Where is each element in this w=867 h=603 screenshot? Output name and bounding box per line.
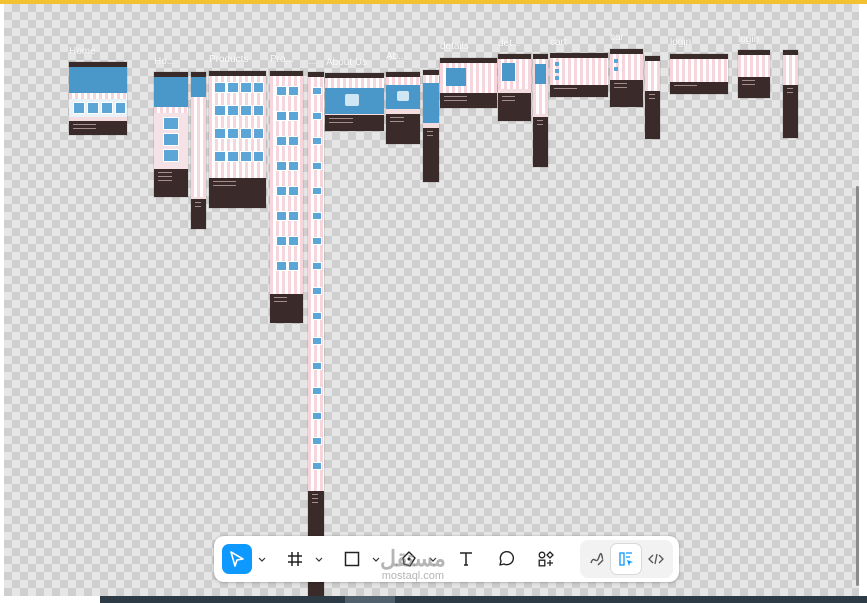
chevron-down-icon[interactable] — [429, 556, 437, 564]
cursor-icon[interactable] — [222, 544, 252, 574]
frame-label-home-mobile[interactable]: Ho... — [154, 56, 175, 67]
frame-home-mobile[interactable] — [154, 72, 188, 197]
bottom-toolbar — [214, 536, 679, 582]
frame-about[interactable] — [325, 73, 384, 131]
shapes-plus-icon[interactable] — [531, 544, 561, 574]
frame-label-about[interactable]: About Us — [326, 57, 367, 68]
frame-label-about-mobile[interactable]: Ab... — [386, 51, 407, 62]
chevron-down-icon[interactable] — [258, 556, 266, 564]
frame-login[interactable] — [670, 54, 728, 94]
frame-products-mobile[interactable] — [270, 71, 303, 323]
frame-label-login[interactable]: login — [670, 37, 691, 48]
frame-cart[interactable] — [550, 53, 608, 97]
frame-hash-icon[interactable] — [280, 544, 310, 574]
frame-label-details-mobile[interactable]: det... — [498, 38, 520, 49]
frame-label-cart[interactable]: cart — [550, 37, 567, 48]
frame-details-small[interactable] — [533, 54, 548, 167]
frame-login-mobile[interactable] — [738, 50, 770, 98]
frame-home[interactable] — [69, 62, 127, 135]
mode-switcher — [580, 540, 673, 578]
text-icon[interactable] — [451, 544, 481, 574]
chevron-down-icon[interactable] — [315, 556, 323, 564]
frame-products-small[interactable] — [308, 72, 324, 596]
frame-label-products-mobile[interactable]: Pro... — [270, 54, 294, 65]
frame-about-small[interactable] — [423, 70, 439, 182]
frame-details[interactable] — [440, 58, 497, 108]
taskbar-strip — [0, 596, 867, 603]
chevron-down-icon[interactable] — [372, 556, 380, 564]
vertical-scrollbar[interactable] — [856, 186, 859, 586]
code-icon[interactable] — [641, 544, 671, 574]
frame-details-mobile[interactable] — [498, 54, 531, 121]
pen-icon[interactable] — [394, 544, 424, 574]
draw-icon[interactable] — [582, 544, 612, 574]
frame-products[interactable] — [209, 71, 266, 208]
frame-login-small[interactable] — [783, 50, 798, 138]
square-icon[interactable] — [337, 544, 367, 574]
frame-label-products[interactable]: Products — [209, 54, 248, 65]
frame-about-mobile[interactable] — [386, 72, 420, 144]
frame-label-home[interactable]: Home — [69, 46, 96, 57]
frame-label-cart-mobile[interactable]: car — [610, 32, 624, 43]
design-canvas[interactable]: Home Ho... Products Pro... ... About Us … — [4, 4, 859, 596]
frame-label-login-mobile[interactable]: login — [738, 34, 759, 45]
frame-home-small[interactable] — [191, 72, 206, 229]
frame-cart-small[interactable] — [645, 56, 660, 139]
frame-cart-mobile[interactable] — [610, 49, 643, 107]
frame-label-details[interactable]: details — [440, 41, 469, 52]
design-mode-icon[interactable] — [611, 544, 641, 574]
frame-label-products-small[interactable]: ... — [308, 56, 316, 67]
comment-icon[interactable] — [491, 544, 521, 574]
